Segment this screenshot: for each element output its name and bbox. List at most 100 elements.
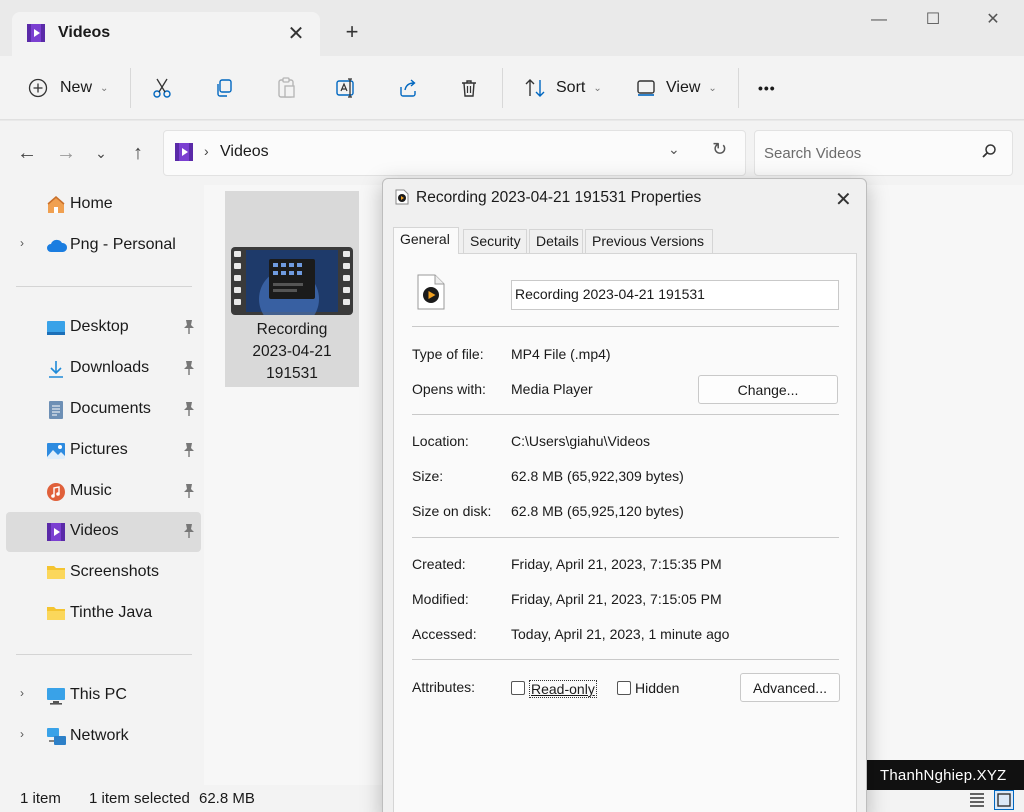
search-box[interactable]: Search Videos <box>754 130 1013 176</box>
change-button[interactable]: Change... <box>698 375 838 404</box>
sidebar-item-label: Network <box>70 727 129 744</box>
size-label: Size: <box>412 468 444 484</box>
recent-locations-chevron-icon[interactable]: ⌄ <box>87 141 115 165</box>
pin-icon[interactable] <box>182 483 196 504</box>
read-only-checkbox[interactable] <box>511 681 525 695</box>
dialog-title: Recording 2023-04-21 191531 Properties <box>416 189 702 206</box>
view-button[interactable]: View ⌄ <box>636 68 717 108</box>
read-only-label[interactable]: Read-only <box>529 680 597 698</box>
view-label: View <box>666 79 701 96</box>
sidebar-item-documents[interactable]: Documents <box>6 390 201 430</box>
refresh-icon[interactable]: ↻ <box>712 139 727 160</box>
onedrive-cloud-icon <box>46 236 68 256</box>
sidebar-item-videos[interactable]: Videos <box>6 512 201 552</box>
sidebar-item-label: Documents <box>70 400 151 417</box>
breadcrumb-chevron-icon[interactable]: › <box>204 143 209 159</box>
rename-button[interactable] <box>336 68 358 108</box>
network-icon <box>46 727 66 747</box>
sidebar-item-network[interactable]: › Network <box>6 717 201 757</box>
minimize-button[interactable]: — <box>856 6 902 34</box>
size-value: 62.8 MB (65,922,309 bytes) <box>511 468 684 484</box>
sidebar-item-label: Tinthe Java <box>70 604 153 621</box>
navigation-pane: Home › Png - Personal Desktop Downloads … <box>0 185 204 785</box>
copy-icon <box>214 78 234 98</box>
location-label: Location: <box>412 433 469 449</box>
breadcrumb-videos[interactable]: Videos <box>220 143 269 161</box>
video-file-large-icon <box>416 274 446 314</box>
general-tab-panel: Recording 2023-04-21 191531 Type of file… <box>393 253 857 812</box>
share-button[interactable] <box>398 68 418 108</box>
expand-chevron-icon[interactable]: › <box>20 236 24 250</box>
type-of-file-value: MP4 File (.mp4) <box>511 346 611 362</box>
expand-chevron-icon[interactable]: › <box>20 727 24 741</box>
view-icon <box>636 79 656 97</box>
pin-icon[interactable] <box>182 523 196 544</box>
section-divider <box>412 659 839 660</box>
document-icon <box>46 400 66 420</box>
file-name-line: 191531 <box>266 365 318 382</box>
command-bar: New ⌄ Sort ⌄ View ⌄ ••• <box>0 56 1024 120</box>
large-icons-view-icon[interactable] <box>994 790 1014 810</box>
advanced-button[interactable]: Advanced... <box>740 673 840 702</box>
maximize-button[interactable]: ☐ <box>910 6 956 34</box>
sidebar-item-onedrive-personal[interactable]: › Png - Personal <box>6 226 201 266</box>
videos-folder-icon <box>174 142 194 166</box>
new-tab-button[interactable]: + <box>338 18 366 46</box>
address-bar[interactable]: › Videos ⌄ ↻ <box>163 130 746 176</box>
window-close-button[interactable]: ✕ <box>970 6 1016 34</box>
sidebar-item-downloads[interactable]: Downloads <box>6 349 201 389</box>
type-of-file-label: Type of file: <box>412 346 484 362</box>
video-thumbnail-icon <box>231 247 353 315</box>
paste-button[interactable] <box>276 68 296 108</box>
sidebar-item-pictures[interactable]: Pictures <box>6 431 201 471</box>
file-name-field[interactable]: Recording 2023-04-21 191531 <box>511 280 839 310</box>
new-button[interactable]: New ⌄ <box>28 68 108 108</box>
tab-details[interactable]: Details <box>529 229 583 253</box>
pin-icon[interactable] <box>182 319 196 340</box>
watermark-text: ThanhNghiep.XYZ <box>880 767 1007 784</box>
accessed-value: Today, April 21, 2023, 1 minute ago <box>511 626 730 642</box>
pin-icon[interactable] <box>182 442 196 463</box>
cut-button[interactable] <box>152 68 172 108</box>
new-label: New <box>60 79 93 96</box>
sidebar-item-label: Home <box>70 195 113 212</box>
pin-icon[interactable] <box>182 360 196 381</box>
details-view-icon[interactable] <box>968 790 988 810</box>
sidebar-item-desktop[interactable]: Desktop <box>6 308 201 348</box>
expand-chevron-icon[interactable]: › <box>20 686 24 700</box>
hidden-label[interactable]: Hidden <box>635 680 679 696</box>
sidebar-item-tinthe-java[interactable]: Tinthe Java <box>6 594 201 634</box>
tab-close-icon[interactable]: ✕ <box>282 20 310 48</box>
file-name: Recording 2023-04-21 191531 <box>225 319 359 385</box>
forward-arrow-icon[interactable]: → <box>52 141 80 165</box>
address-dropdown-icon[interactable]: ⌄ <box>668 141 680 158</box>
tab-previous-versions[interactable]: Previous Versions <box>585 229 713 253</box>
sidebar-item-home[interactable]: Home <box>6 185 201 225</box>
selection-size: 62.8 MB <box>199 790 255 807</box>
sidebar-item-this-pc[interactable]: › This PC <box>6 676 201 716</box>
tab-general[interactable]: General <box>393 227 459 254</box>
sort-icon <box>524 78 546 98</box>
sidebar-item-music[interactable]: Music <box>6 472 201 512</box>
hidden-checkbox[interactable] <box>617 681 631 695</box>
dialog-close-icon[interactable]: ✕ <box>835 187 852 212</box>
sidebar-divider <box>16 286 192 287</box>
tab-videos[interactable]: Videos ✕ <box>12 12 320 56</box>
back-arrow-icon[interactable]: ← <box>13 141 41 165</box>
more-options-button[interactable]: ••• <box>758 68 776 108</box>
tab-security[interactable]: Security <box>463 229 527 253</box>
share-icon <box>398 78 418 98</box>
pin-icon[interactable] <box>182 401 196 422</box>
sidebar-item-screenshots[interactable]: Screenshots <box>6 553 201 593</box>
computer-icon <box>46 686 66 706</box>
music-icon <box>46 482 66 502</box>
chevron-down-icon: ⌄ <box>100 82 109 94</box>
file-item-recording[interactable]: Recording 2023-04-21 191531 <box>225 191 359 387</box>
picture-icon <box>46 441 66 461</box>
sort-button[interactable]: Sort ⌄ <box>524 68 602 108</box>
sidebar-item-label: Videos <box>70 522 119 539</box>
section-divider <box>412 326 839 327</box>
delete-button[interactable] <box>459 68 479 108</box>
up-arrow-icon[interactable]: ↑ <box>124 141 152 165</box>
copy-button[interactable] <box>214 68 234 108</box>
